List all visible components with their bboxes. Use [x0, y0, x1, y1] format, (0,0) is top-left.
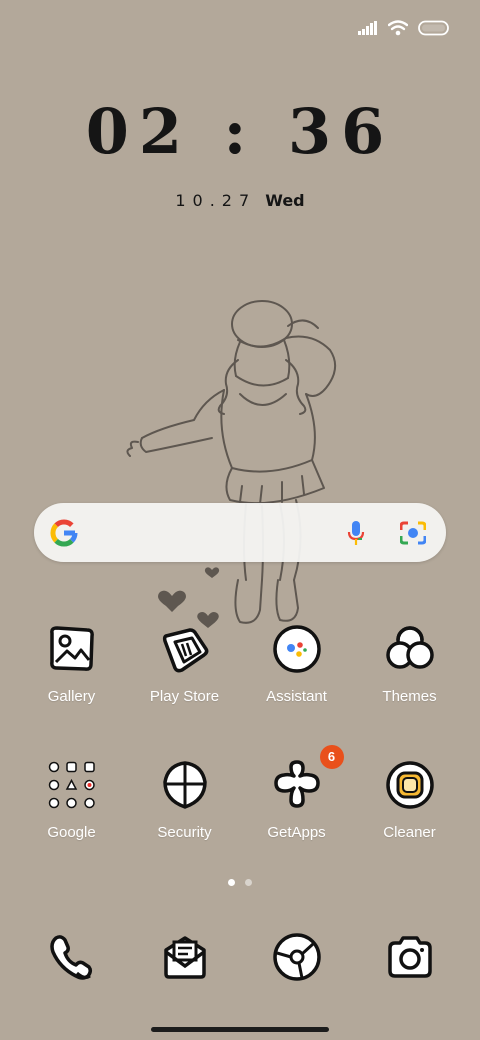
lockscreen-date: 10.27 Wed [0, 191, 480, 210]
app-play-store[interactable]: Play Store [128, 624, 241, 705]
wallpaper-girl-illustration [126, 300, 337, 628]
app-label: Security [157, 824, 212, 841]
signal-icon [358, 21, 377, 35]
dock-messages[interactable] [160, 932, 210, 982]
themes-icon [385, 626, 434, 669]
weekday: Wed [265, 191, 305, 210]
app-gallery[interactable]: Gallery [15, 624, 128, 705]
browser-icon [273, 933, 321, 981]
camera-icon [388, 936, 432, 978]
battery-icon [418, 20, 449, 36]
date-digits: 10.27 [175, 191, 257, 210]
app-themes[interactable]: Themes [353, 624, 466, 705]
app-security[interactable]: Security [128, 760, 241, 841]
lockscreen-clock: 02 : 36 [85, 95, 395, 168]
messages-icon [164, 936, 206, 979]
assistant-icon [272, 625, 321, 673]
app-label: Play Store [149, 688, 220, 705]
home-indicator-bar[interactable] [151, 1027, 329, 1032]
folder-google[interactable]: Google [15, 760, 128, 841]
app-label: Gallery [47, 688, 96, 705]
page-dot [245, 879, 252, 886]
dock-browser[interactable] [272, 932, 322, 982]
cleaner-icon [385, 761, 434, 809]
google-search-bar[interactable] [34, 503, 446, 562]
microphone-icon[interactable] [346, 520, 366, 546]
page-dot-active [228, 879, 235, 886]
dock-camera[interactable] [385, 932, 435, 982]
google-g-icon [50, 519, 78, 547]
phone-icon [50, 935, 93, 980]
getapps-icon [273, 760, 320, 808]
app-label: GetApps [267, 824, 326, 841]
play-store-icon [162, 628, 208, 673]
app-getapps[interactable]: 6 GetApps [240, 745, 353, 841]
app-assistant[interactable]: Assistant [240, 624, 353, 705]
app-label: Assistant [266, 688, 327, 705]
security-icon [162, 761, 207, 809]
app-label: Themes [382, 688, 437, 705]
app-cleaner[interactable]: Cleaner [353, 760, 466, 841]
notification-badge: 6 [319, 745, 344, 769]
app-label: Cleaner [383, 824, 436, 841]
page-indicator [228, 879, 252, 886]
google-folder-icon [48, 761, 95, 809]
wifi-icon [388, 20, 408, 36]
gallery-icon [49, 626, 94, 671]
dock-phone[interactable] [46, 932, 96, 982]
google-lens-icon[interactable] [400, 521, 426, 545]
app-label: Google [47, 824, 96, 841]
status-bar [358, 14, 450, 42]
